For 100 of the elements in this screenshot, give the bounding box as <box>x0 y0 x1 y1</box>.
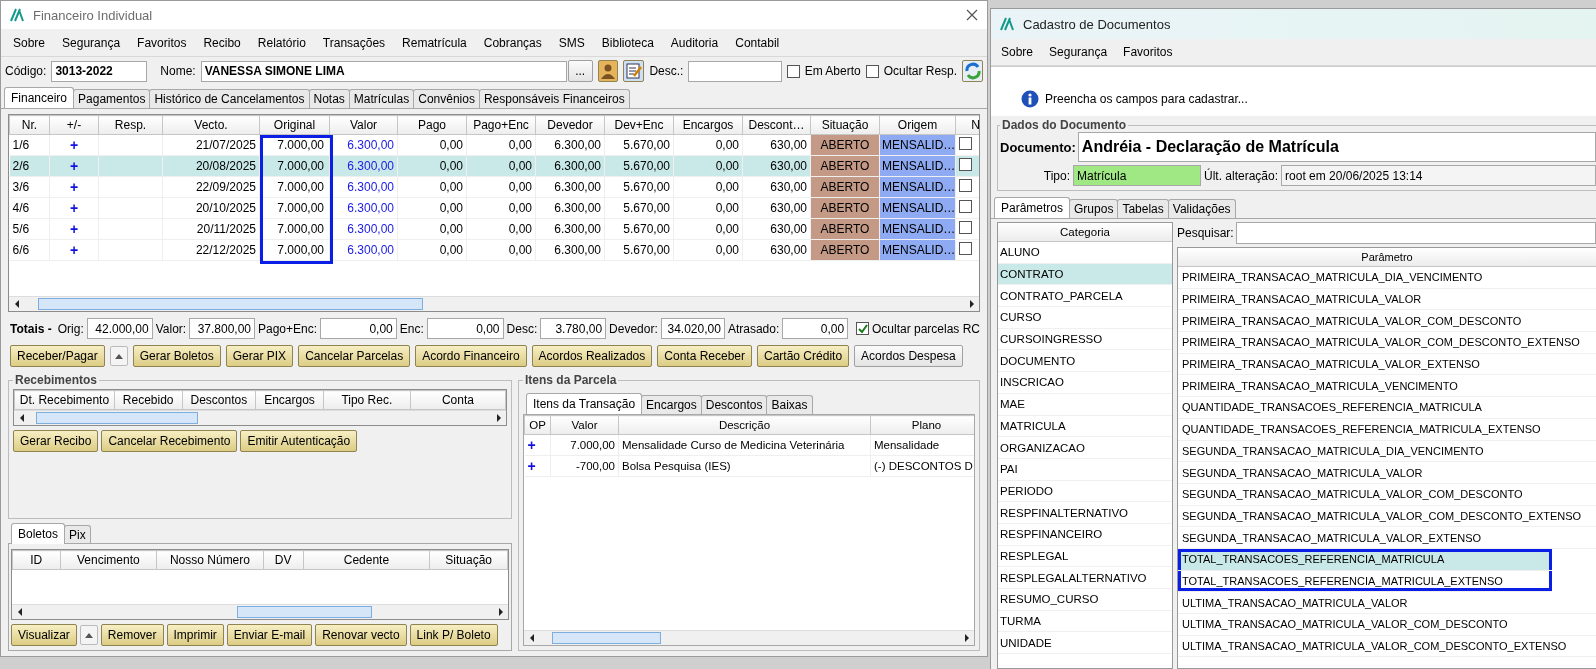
action-button[interactable]: Remover <box>100 624 164 646</box>
input-field[interactable]: VANESSA SIMONE LIMA <box>200 60 567 82</box>
scrollbar[interactable] <box>12 604 508 619</box>
list-item[interactable]: QUANTIDADE_TRANSACOES_REFERENCIA_MATRICULA_EXTENSO <box>1178 418 1596 441</box>
action-button[interactable]: Cartão Crédito <box>757 345 850 367</box>
checkbox[interactable] <box>959 137 972 150</box>
right-arrow-icon[interactable] <box>967 299 976 309</box>
action-button[interactable]: Conta Receber <box>657 345 752 367</box>
list-item[interactable]: QUANTIDADE_TRANSACOES_REFERENCIA_MATRICULA <box>1178 397 1596 419</box>
list-item[interactable]: RESPLEGALALTERNATIVO <box>998 567 1172 589</box>
tab[interactable]: Convênios <box>413 89 480 108</box>
list-item[interactable]: CURSO <box>998 307 1172 329</box>
action-button[interactable]: Imprimir <box>166 624 224 646</box>
search-field[interactable] <box>1235 222 1596 244</box>
action-button[interactable]: Visualizar <box>11 624 77 646</box>
action-button[interactable]: Enviar E-mail <box>226 624 313 646</box>
tab[interactable]: Pagamentos <box>73 89 151 108</box>
list-item[interactable]: ORGANIZACAO <box>998 437 1172 459</box>
list-item[interactable]: PRIMEIRA_TRANSACAO_MATRICULA_VALOR_EXTENSO <box>1178 353 1596 376</box>
tab[interactable]: Boletos <box>11 523 66 544</box>
dropdown-button[interactable] <box>79 625 98 645</box>
action-button[interactable]: Acordos Despesa <box>854 345 963 367</box>
right-arrow-icon[interactable] <box>962 633 971 643</box>
checkbox[interactable] <box>786 64 800 78</box>
checkbox[interactable] <box>959 179 972 192</box>
list-item[interactable]: ULTIMA_TRANSACAO_MATRICULA_VALOR_COM_DESCONTO <box>1178 614 1596 636</box>
list-item[interactable]: PRIMEIRA_TRANSACAO_MATRICULA_VALOR_COM_DESCONTO_EXTENSO <box>1178 332 1596 354</box>
notepad-button[interactable] <box>623 60 645 82</box>
browse-button[interactable]: ... <box>567 60 593 82</box>
right-arrow-icon[interactable] <box>494 413 503 423</box>
tab[interactable]: Matrículas <box>348 89 415 108</box>
tab[interactable]: Financeiro <box>4 87 75 108</box>
menu-item[interactable]: Recibo <box>203 33 241 52</box>
list-item[interactable]: PRIMEIRA_TRANSACAO_MATRICULA_VALOR <box>1178 288 1596 311</box>
list-item[interactable]: CONTRATO <box>998 263 1172 286</box>
list-item[interactable]: DOCUMENTO <box>998 350 1172 373</box>
menu-item[interactable]: SMS <box>558 33 585 52</box>
action-button[interactable]: Emitir Autenticação <box>240 430 358 452</box>
list-item[interactable]: PERIODO <box>998 480 1172 503</box>
tab[interactable]: Histórico de Cancelamentos <box>149 89 310 108</box>
tab[interactable]: Encargos <box>641 395 702 414</box>
menu-item[interactable]: Segurança <box>62 33 121 52</box>
tab[interactable]: Grupos <box>1069 199 1119 218</box>
list-item[interactable]: SEGUNDA_TRANSACAO_MATRICULA_VALOR_EXTENSO <box>1178 527 1596 549</box>
list-item[interactable]: INSCRICAO <box>998 372 1172 394</box>
action-button[interactable]: Gerar Recibo <box>13 430 99 452</box>
menu-item[interactable]: Sobre <box>13 33 46 52</box>
list-item[interactable]: RESPLEGAL <box>998 545 1172 568</box>
tab[interactable]: Validações <box>1167 199 1236 218</box>
close-icon[interactable] <box>965 8 979 22</box>
list-item[interactable]: MATRICULA <box>998 415 1172 438</box>
scrollbar[interactable] <box>524 630 974 645</box>
list-item[interactable]: PRIMEIRA_TRANSACAO_MATRICULA_VENCIMENTO <box>1178 375 1596 398</box>
list-item[interactable]: TOTAL_TRANSACOES_REFERENCIA_MATRICULA <box>1178 548 1552 571</box>
dropdown-button[interactable] <box>109 346 128 366</box>
tab[interactable]: Tabelas <box>1117 199 1169 218</box>
list-item[interactable]: SEGUNDA_TRANSACAO_MATRICULA_VALOR_COM_DESCONTO <box>1178 483 1596 506</box>
list-item[interactable]: PAI <box>998 458 1172 481</box>
list-item[interactable]: MAE <box>998 393 1172 416</box>
tab[interactable]: Baixas <box>766 395 813 414</box>
list-item[interactable]: ULTIMA_TRANSACAO_MATRICULA_VALOR <box>1178 592 1596 614</box>
tab[interactable]: Notas <box>308 89 350 108</box>
scrollbar[interactable] <box>9 296 979 311</box>
checkbox[interactable] <box>865 64 879 78</box>
list-item[interactable]: PRIMEIRA_TRANSACAO_MATRICULA_VALOR_COM_DESCONTO <box>1178 310 1596 333</box>
tab[interactable]: Parâmetros <box>994 197 1071 218</box>
list-item[interactable]: SEGUNDA_TRANSACAO_MATRICULA_VALOR_COM_DESCONTO_EXTENSO <box>1178 505 1596 528</box>
menu-item[interactable]: Rematrícula <box>402 33 467 52</box>
input-field[interactable]: root em 20/06/2025 13:14 <box>1281 165 1596 186</box>
checkbox[interactable] <box>959 242 972 255</box>
list-item[interactable]: RESUMO_CURSO <box>998 589 1172 611</box>
checkbox[interactable] <box>855 322 869 335</box>
list-item[interactable]: PRIMEIRA_TRANSACAO_MATRICULA_DIA_VENCIMENTO <box>1178 267 1596 289</box>
menu-item[interactable]: Favoritos <box>137 33 187 52</box>
menu-item[interactable]: Segurança <box>1049 43 1108 61</box>
menu-item[interactable]: Auditoria <box>670 33 719 52</box>
action-button[interactable]: Acordos Realizados <box>531 345 653 367</box>
list-item[interactable]: TURMA <box>998 610 1172 633</box>
menu-item[interactable]: Contabil <box>735 33 780 52</box>
refresh-button[interactable] <box>962 60 984 82</box>
action-button[interactable]: Cancelar Parcelas <box>298 345 411 367</box>
checkbox[interactable] <box>959 158 972 171</box>
list-item[interactable]: UNIDADE <box>998 632 1172 655</box>
person-button[interactable] <box>597 60 619 82</box>
action-button[interactable]: Receber/Pagar <box>10 345 105 367</box>
menu-item[interactable]: Sobre <box>1001 43 1034 61</box>
list-item[interactable]: ULTIMA_TRANSACAO_MATRICULA_VALOR_COM_DESCONTO_EXTENSO <box>1178 635 1596 658</box>
input-field[interactable]: Matrícula <box>1073 165 1201 186</box>
tab[interactable]: Descontos <box>700 395 768 414</box>
action-button[interactable]: Gerar Boletos <box>132 345 221 367</box>
action-button[interactable]: Gerar PIX <box>225 345 294 367</box>
tab[interactable]: Itens da Transação <box>526 393 643 414</box>
list-item[interactable]: CURSOINGRESSO <box>998 328 1172 351</box>
list-item[interactable]: SEGUNDA_TRANSACAO_MATRICULA_DIA_VENCIMENTO <box>1178 440 1596 463</box>
checkbox[interactable] <box>959 221 972 234</box>
input-field[interactable]: 3013-2022 <box>51 60 147 82</box>
checkbox[interactable] <box>959 200 972 213</box>
input-field[interactable] <box>688 60 782 82</box>
list-item[interactable]: ALUNO <box>998 242 1172 264</box>
list-item[interactable]: CONTRATO_PARCELA <box>998 285 1172 308</box>
